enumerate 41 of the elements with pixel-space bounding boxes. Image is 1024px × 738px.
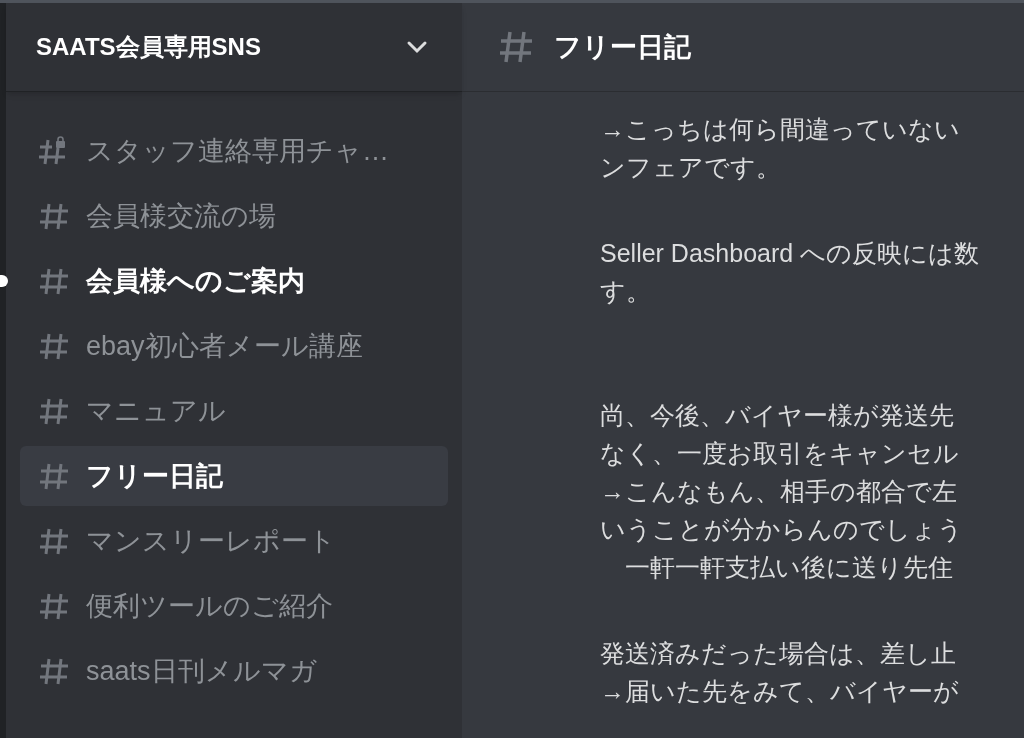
channel-item[interactable]: 会員様へのご案内 <box>20 251 448 311</box>
hash-icon <box>38 201 70 231</box>
channel-item[interactable]: ebay初心者メール講座 <box>20 316 448 376</box>
channel-item[interactable]: マニュアル <box>20 381 448 441</box>
message-line: 発送済みだった場合は、差し止 <box>600 638 956 669</box>
hash-icon <box>38 591 70 621</box>
channel-title: フリー日記 <box>554 30 691 64</box>
channel-name: マニュアル <box>86 394 226 428</box>
hash-icon <box>38 331 70 361</box>
channel-item[interactable]: フリー日記 <box>20 446 448 506</box>
message-line: なく、一度お取引をキャンセル <box>600 438 959 469</box>
message-line: →届いた先をみて、バイヤーが <box>600 676 959 707</box>
message-line: いうことが分からんのでしょう <box>600 514 963 545</box>
channel-name: フリー日記 <box>86 459 223 493</box>
chevron-down-icon[interactable] <box>406 40 428 54</box>
hash-icon <box>38 656 70 686</box>
channel-name: 会員様へのご案内 <box>86 264 305 298</box>
message-line: →こんなもん、相手の都合で左 <box>600 476 957 507</box>
channel-name: スタッフ連絡専用チャ… <box>86 134 389 168</box>
channel-name: ebay初心者メール講座 <box>86 329 363 363</box>
hash-icon <box>38 396 70 426</box>
channel-item[interactable]: saats日刊メルマガ <box>20 641 448 701</box>
hash-icon <box>38 266 70 296</box>
channel-item[interactable]: 会員様交流の場 <box>20 186 448 246</box>
message-line: 尚、今後、バイヤー様が発送先 <box>600 400 954 431</box>
hash-icon <box>38 526 70 556</box>
channel-item[interactable]: マンスリーレポート <box>20 511 448 571</box>
channel-name: 会員様交流の場 <box>86 199 276 233</box>
channel-name: 便利ツールのご紹介 <box>86 589 333 623</box>
message-line: →こっちは何ら間違っていない <box>600 114 960 145</box>
hash-icon <box>498 30 534 64</box>
message-line: Seller Dashboard への反映には数 <box>600 238 980 269</box>
server-name[interactable]: SAATS会員専用SNS <box>36 29 261 65</box>
hash-icon <box>38 461 70 491</box>
message-line: 一軒一軒支払い後に送り先住 <box>624 552 953 583</box>
channel-name: マンスリーレポート <box>86 524 336 558</box>
channel-item[interactable]: スタッフ連絡専用チャ… <box>20 121 448 181</box>
channel-name: saats日刊メルマガ <box>86 654 317 688</box>
message-line: す。 <box>600 276 651 307</box>
message-line: ンフェアです。 <box>600 152 781 183</box>
channel-item[interactable]: 便利ツールのご紹介 <box>20 576 448 636</box>
